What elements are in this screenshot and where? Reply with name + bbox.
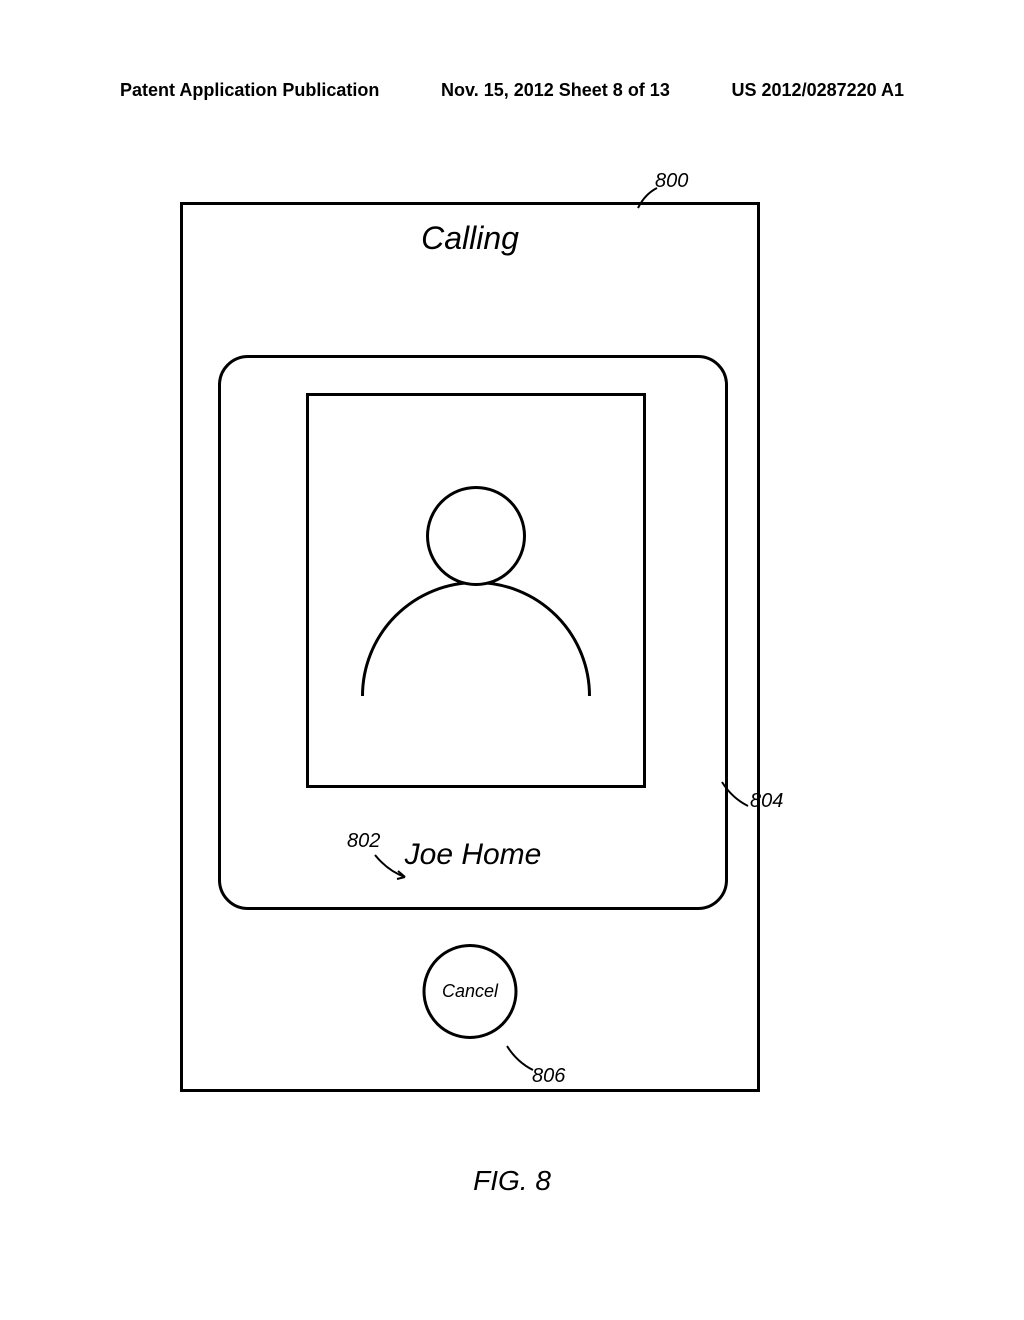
device-frame: Calling Joe Home Cancel [180, 202, 760, 1092]
avatar-icon [361, 486, 591, 766]
ref-leader-802 [373, 853, 413, 881]
cancel-button[interactable]: Cancel [423, 944, 518, 1039]
figure-caption: FIG. 8 [473, 1165, 551, 1197]
call-status-title: Calling [421, 220, 519, 257]
contact-photo-frame [306, 393, 646, 788]
ref-num-804: 804 [750, 790, 783, 813]
contact-card: Joe Home [218, 355, 728, 910]
avatar-head [426, 486, 526, 586]
header-publication: Patent Application Publication [120, 80, 379, 101]
ref-num-806: 806 [532, 1065, 565, 1088]
page-header: Patent Application Publication Nov. 15, … [0, 80, 1024, 101]
ref-num-802: 802 [347, 830, 380, 853]
avatar-body [361, 581, 591, 811]
ref-leader-804 [720, 780, 752, 812]
ref-leader-806 [505, 1044, 537, 1076]
contact-name-label: Joe Home [405, 838, 542, 872]
header-pub-number: US 2012/0287220 A1 [732, 80, 904, 101]
cancel-button-label: Cancel [442, 981, 498, 1002]
header-date-sheet: Nov. 15, 2012 Sheet 8 of 13 [441, 80, 670, 101]
figure-container: 800 Calling Joe Home Cancel 804 802 806 [180, 170, 800, 1100]
ref-num-800: 800 [655, 170, 688, 193]
